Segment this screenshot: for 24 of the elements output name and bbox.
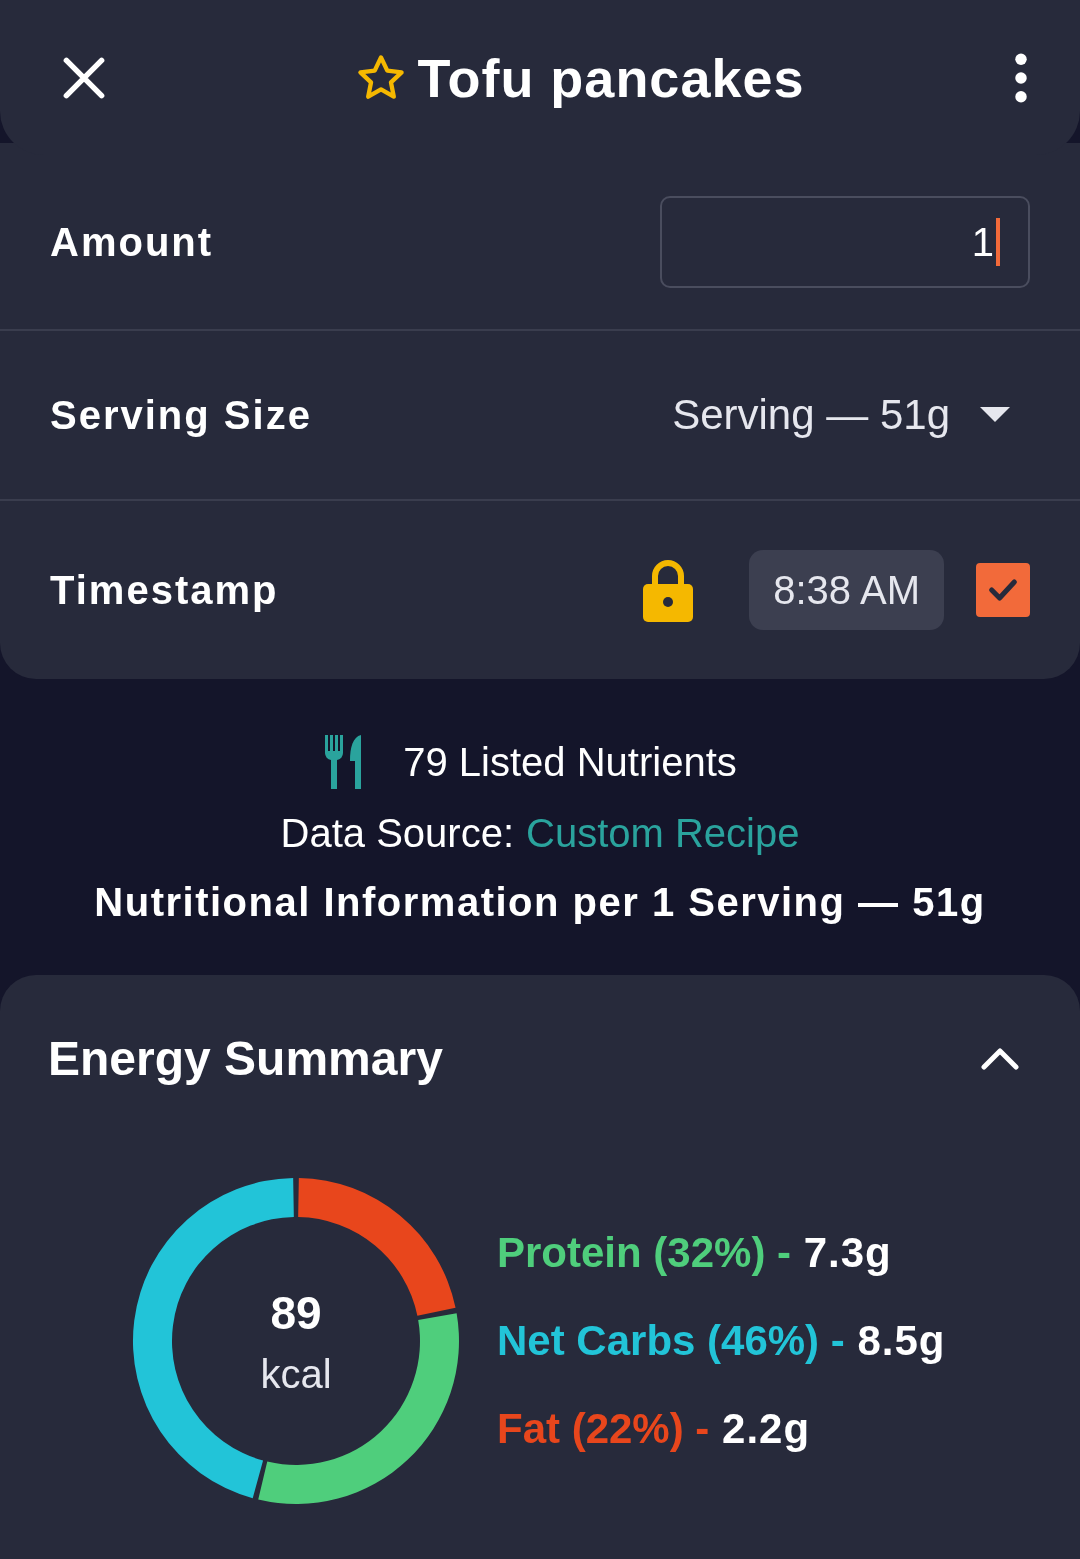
field-label: Timestamp	[50, 567, 279, 613]
calorie-value: 89	[270, 1285, 322, 1340]
section-title: Energy Summary	[48, 1031, 443, 1086]
legend-item: Fat (22%) - 2.2g	[497, 1405, 812, 1453]
legend-item: Protein (32%) - 7.3g	[497, 1229, 893, 1277]
time-button[interactable]: 8:38 AM	[749, 550, 944, 630]
nutrient-count: 79 Listed Nutrients	[403, 739, 737, 785]
lock-icon[interactable]	[643, 558, 694, 622]
serving-dropdown[interactable]: Serving — 51g	[672, 391, 1030, 439]
legend-item: Net Carbs (46%) - 8.5g	[497, 1317, 946, 1365]
caret-icon	[980, 407, 1010, 423]
calorie-unit: kcal	[260, 1351, 332, 1397]
more-icon[interactable]	[1014, 52, 1028, 103]
close-icon[interactable]	[62, 55, 106, 100]
source-label: Data Source:	[280, 811, 514, 855]
source-link[interactable]: Custom Recipe	[526, 811, 800, 855]
amount-field[interactable]: 1	[660, 196, 1030, 288]
cutlery-icon	[323, 733, 364, 791]
field-label: Serving Size	[50, 392, 312, 438]
serving-info: Nutritional Information per 1 Serving — 51g	[94, 880, 986, 925]
field-label: Amount	[50, 219, 214, 265]
chevron-icon[interactable]	[980, 1046, 1020, 1071]
checkbox[interactable]	[976, 563, 1030, 617]
window-title: Tofu pancakes	[417, 46, 805, 109]
